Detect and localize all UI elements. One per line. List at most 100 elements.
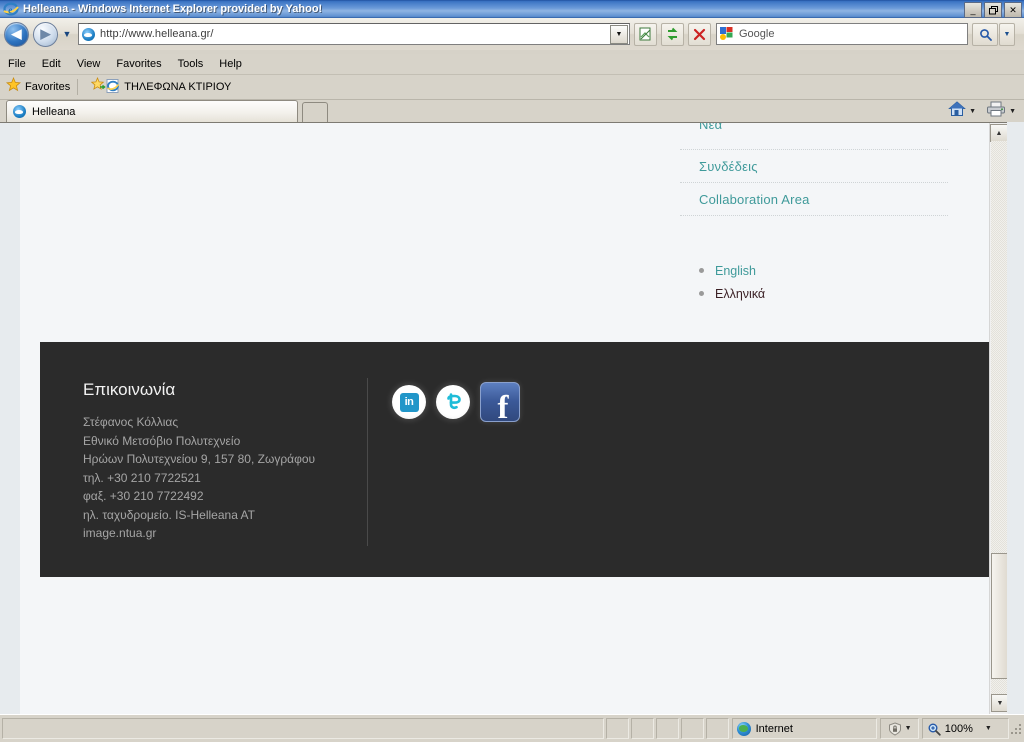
back-button[interactable]: ◀ <box>4 22 29 47</box>
search-go-button[interactable] <box>972 23 998 46</box>
window-controls: _ ✕ <box>964 2 1022 18</box>
protected-mode-indicator[interactable]: ▼ <box>880 718 918 739</box>
back-arrow-icon: ◀ <box>12 26 22 42</box>
contact-line: ηλ. ταχυδρομείο. IS-Helleana AT <box>83 506 315 525</box>
google-logo-icon <box>720 27 734 41</box>
close-button[interactable]: ✕ <box>1004 2 1022 18</box>
security-zone-indicator[interactable]: Internet <box>732 718 878 739</box>
search-box[interactable]: Google <box>716 23 968 45</box>
footer-divider <box>367 378 368 546</box>
favorites-bar: Favorites ΤΗΛΕΦΩΝΑ ΚΤΙΡΙΟΥ <box>0 75 1024 100</box>
favorites-button-label[interactable]: Favorites <box>25 81 70 93</box>
facebook-icon: f <box>480 382 520 422</box>
compatibility-view-button[interactable] <box>634 23 657 46</box>
stop-button[interactable] <box>688 23 711 46</box>
contact-line: φαξ. +30 210 7722492 <box>83 487 315 506</box>
search-provider-dropdown[interactable]: ▼ <box>999 23 1015 46</box>
resize-grip[interactable] <box>1009 722 1022 736</box>
address-dropdown-button[interactable]: ▼ <box>610 25 628 44</box>
minimize-icon: _ <box>970 6 975 15</box>
chevron-down-icon[interactable]: ▼ <box>985 725 992 732</box>
linkedin-link[interactable]: in <box>392 385 426 419</box>
footer-heading: Επικοινωνία <box>83 380 175 400</box>
nav-item-label: Νέα <box>699 122 722 132</box>
home-icon[interactable] <box>948 101 966 122</box>
site-favicon-icon <box>13 105 26 118</box>
contact-line: image.ntua.gr <box>83 524 315 543</box>
title-bar: e Helleana - Windows Internet Explorer p… <box>0 0 1024 18</box>
language-item-greek[interactable]: Ελληνικά <box>699 282 948 305</box>
refresh-button[interactable] <box>661 23 684 46</box>
restore-button[interactable] <box>984 2 1002 18</box>
status-cell <box>606 718 629 739</box>
close-x-icon <box>692 27 707 42</box>
twitter-icon <box>436 385 470 419</box>
add-to-favorites-icon[interactable] <box>91 77 106 97</box>
svg-text:e: e <box>8 5 12 15</box>
menu-item-tools[interactable]: Tools <box>170 56 212 72</box>
site-favicon-icon <box>82 28 95 41</box>
tab-bar-tools: ▼ ▼ <box>948 101 1024 122</box>
chevron-down-icon[interactable]: ▼ <box>905 725 912 732</box>
scroll-up-button[interactable]: ▲ <box>990 124 1008 142</box>
zoom-magnifier-icon <box>927 722 941 736</box>
nav-item-nea[interactable]: Νέα <box>680 123 948 150</box>
nav-item-collaboration-area[interactable]: Collaboration Area <box>680 183 948 216</box>
browser-window: e Helleana - Windows Internet Explorer p… <box>0 0 1024 741</box>
language-label: English <box>715 264 756 278</box>
menu-item-file[interactable]: File <box>0 56 34 72</box>
nav-item-label: Συνδέδεις <box>699 159 758 174</box>
address-bar[interactable]: http://www.helleana.gr/ ▼ <box>78 23 630 45</box>
language-label: Ελληνικά <box>715 287 765 301</box>
menu-item-help[interactable]: Help <box>211 56 250 72</box>
menu-item-view[interactable]: View <box>69 56 109 72</box>
new-tab-button[interactable] <box>302 102 328 122</box>
menu-item-edit[interactable]: Edit <box>34 56 69 72</box>
social-links: in f <box>392 382 520 422</box>
linkedin-icon: in <box>392 385 426 419</box>
internet-explorer-icon: e <box>3 2 19 16</box>
contact-line: Εθνικό Μετσόβιο Πολυτεχνείο <box>83 432 315 451</box>
favorites-item-label: ΤΗΛΕΦΩΝΑ ΚΤΙΡΙΟΥ <box>124 81 231 93</box>
status-cell <box>706 718 729 739</box>
footer-contact-block: Στέφανος Κόλλιας Εθνικό Μετσόβιο Πολυτεχ… <box>83 413 315 543</box>
language-switcher: English Ελληνικά <box>680 259 948 305</box>
recent-pages-button[interactable]: ▼ <box>61 29 73 39</box>
security-zone-label: Internet <box>756 723 793 735</box>
status-cell <box>656 718 679 739</box>
search-input[interactable]: Google <box>739 28 774 40</box>
menu-item-favorites[interactable]: Favorites <box>108 56 169 72</box>
nav-item-syndedeis[interactable]: Συνδέδεις <box>680 150 948 183</box>
status-cell <box>631 718 654 739</box>
browser-viewport: Νέα Συνδέδεις Collaboration Area English <box>0 122 1024 714</box>
address-input[interactable]: http://www.helleana.gr/ <box>100 28 214 40</box>
navigation-toolbar: ◀ ▶ ▼ http://www.helleana.gr/ ▼ <box>0 18 1024 50</box>
twitter-link[interactable] <box>436 385 470 419</box>
print-dropdown-caret-icon[interactable]: ▼ <box>1009 108 1016 115</box>
contact-line: Ηρώων Πολυτεχνείου 9, 157 80, Ζωγράφου <box>83 450 315 469</box>
menu-bar: File Edit View Favorites Tools Help <box>0 54 1024 75</box>
favorites-item-telefona[interactable]: ΤΗΛΕΦΩΝΑ ΚΤΙΡΙΟΥ <box>106 79 231 96</box>
compatibility-view-icon <box>638 27 653 42</box>
home-dropdown-caret-icon[interactable]: ▼ <box>969 108 976 115</box>
minimize-button[interactable]: _ <box>964 2 982 18</box>
forward-button[interactable]: ▶ <box>33 22 58 47</box>
nav-item-label: Collaboration Area <box>699 192 810 207</box>
forward-arrow-icon: ▶ <box>41 26 51 42</box>
facebook-link[interactable]: f <box>480 382 520 422</box>
restore-icon <box>989 6 998 15</box>
web-page: Νέα Συνδέδεις Collaboration Area English <box>20 123 989 714</box>
lock-shield-icon <box>888 722 902 736</box>
print-icon[interactable] <box>986 101 1006 122</box>
language-item-english[interactable]: English <box>699 259 948 282</box>
page-scrollbar-vertical[interactable]: ▲ ▼ <box>989 123 1008 714</box>
refresh-icon <box>665 27 680 42</box>
zoom-indicator[interactable]: 100% ▼ <box>922 718 1010 739</box>
status-bar: Internet ▼ 100% ▼ <box>0 714 1024 742</box>
chevron-down-icon: ▼ <box>616 31 623 38</box>
bullet-icon <box>699 291 704 296</box>
close-icon: ✕ <box>1009 6 1017 15</box>
tab-helleana[interactable]: Helleana <box>6 100 298 122</box>
site-footer: Επικοινωνία Στέφανος Κόλλιας Εθνικό Μετσ… <box>40 342 1009 577</box>
facebook-glyph: f <box>498 392 509 424</box>
